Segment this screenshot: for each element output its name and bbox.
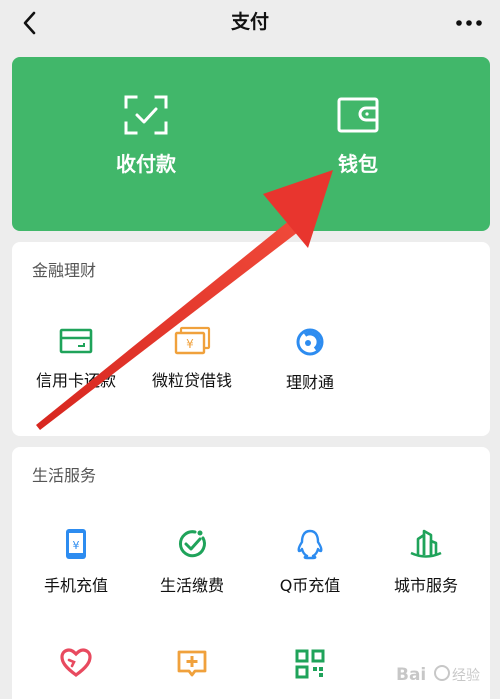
page-title: 支付 [230, 11, 269, 33]
wealth-icon [296, 328, 324, 356]
wallet-label: 钱包 [338, 152, 378, 176]
wallet-button[interactable]: 钱包 [258, 95, 458, 177]
wallet-icon [337, 97, 379, 133]
credit-card-icon [59, 328, 93, 354]
charity-heart-icon [60, 648, 92, 677]
svg-text:¥: ¥ [73, 539, 80, 552]
life-item-phone-recharge[interactable]: ¥ 手机充值 [16, 527, 136, 597]
qq-coin-icon [297, 529, 323, 560]
finance-item-label: 理财通 [285, 373, 334, 392]
more-options-icon[interactable] [452, 10, 486, 36]
finance-section-header: 金融理财 [32, 261, 97, 280]
life-item-qq-coin[interactable]: Q币充值 [250, 527, 370, 597]
svg-text:Bai: Bai [396, 665, 426, 685]
cash-icon: ¥ [174, 326, 211, 355]
qr-code-icon [295, 649, 325, 679]
finance-item-label: 信用卡还款 [35, 371, 116, 390]
life-item-label: 城市服务 [393, 576, 458, 595]
city-service-icon [410, 529, 442, 558]
life-item-label: 生活缴费 [159, 576, 224, 595]
finance-item-label: 微粒贷借钱 [151, 371, 232, 390]
pay-panel: 收付款 钱包 [12, 57, 490, 262]
svg-text:经验: 经验 [452, 668, 480, 684]
utility-bill-icon [179, 530, 206, 558]
phone-recharge-icon: ¥ [66, 529, 86, 559]
finance-item-loan[interactable]: ¥ 微粒贷借钱 [132, 326, 252, 392]
life-item-qr-code[interactable] [250, 647, 370, 681]
finance-item-credit-card[interactable]: 信用卡还款 [16, 326, 136, 392]
baidu-watermark-logo: Bai 经验 [396, 665, 480, 685]
scan-qr-icon [124, 95, 168, 135]
navigation-bar: 支付 [0, 0, 500, 46]
life-item-medical[interactable] [132, 647, 252, 679]
life-item-charity[interactable] [16, 647, 136, 679]
life-item-city-service[interactable]: 城市服务 [366, 527, 486, 597]
life-item-utility-bill[interactable]: 生活缴费 [132, 527, 252, 597]
life-item-label: 手机充值 [43, 576, 108, 595]
receive-pay-button[interactable]: 收付款 [46, 95, 246, 177]
life-services-section-header: 生活服务 [32, 466, 97, 485]
medical-plus-icon [177, 650, 207, 677]
life-item-label: Q币充值 [279, 576, 341, 595]
finance-section: 金融理财 信用卡还款 ¥ 微粒贷借钱 理财通 [12, 242, 490, 436]
finance-item-wealth[interactable]: 理财通 [250, 326, 370, 394]
receive-pay-label: 收付款 [116, 152, 176, 176]
svg-text:¥: ¥ [186, 337, 194, 351]
